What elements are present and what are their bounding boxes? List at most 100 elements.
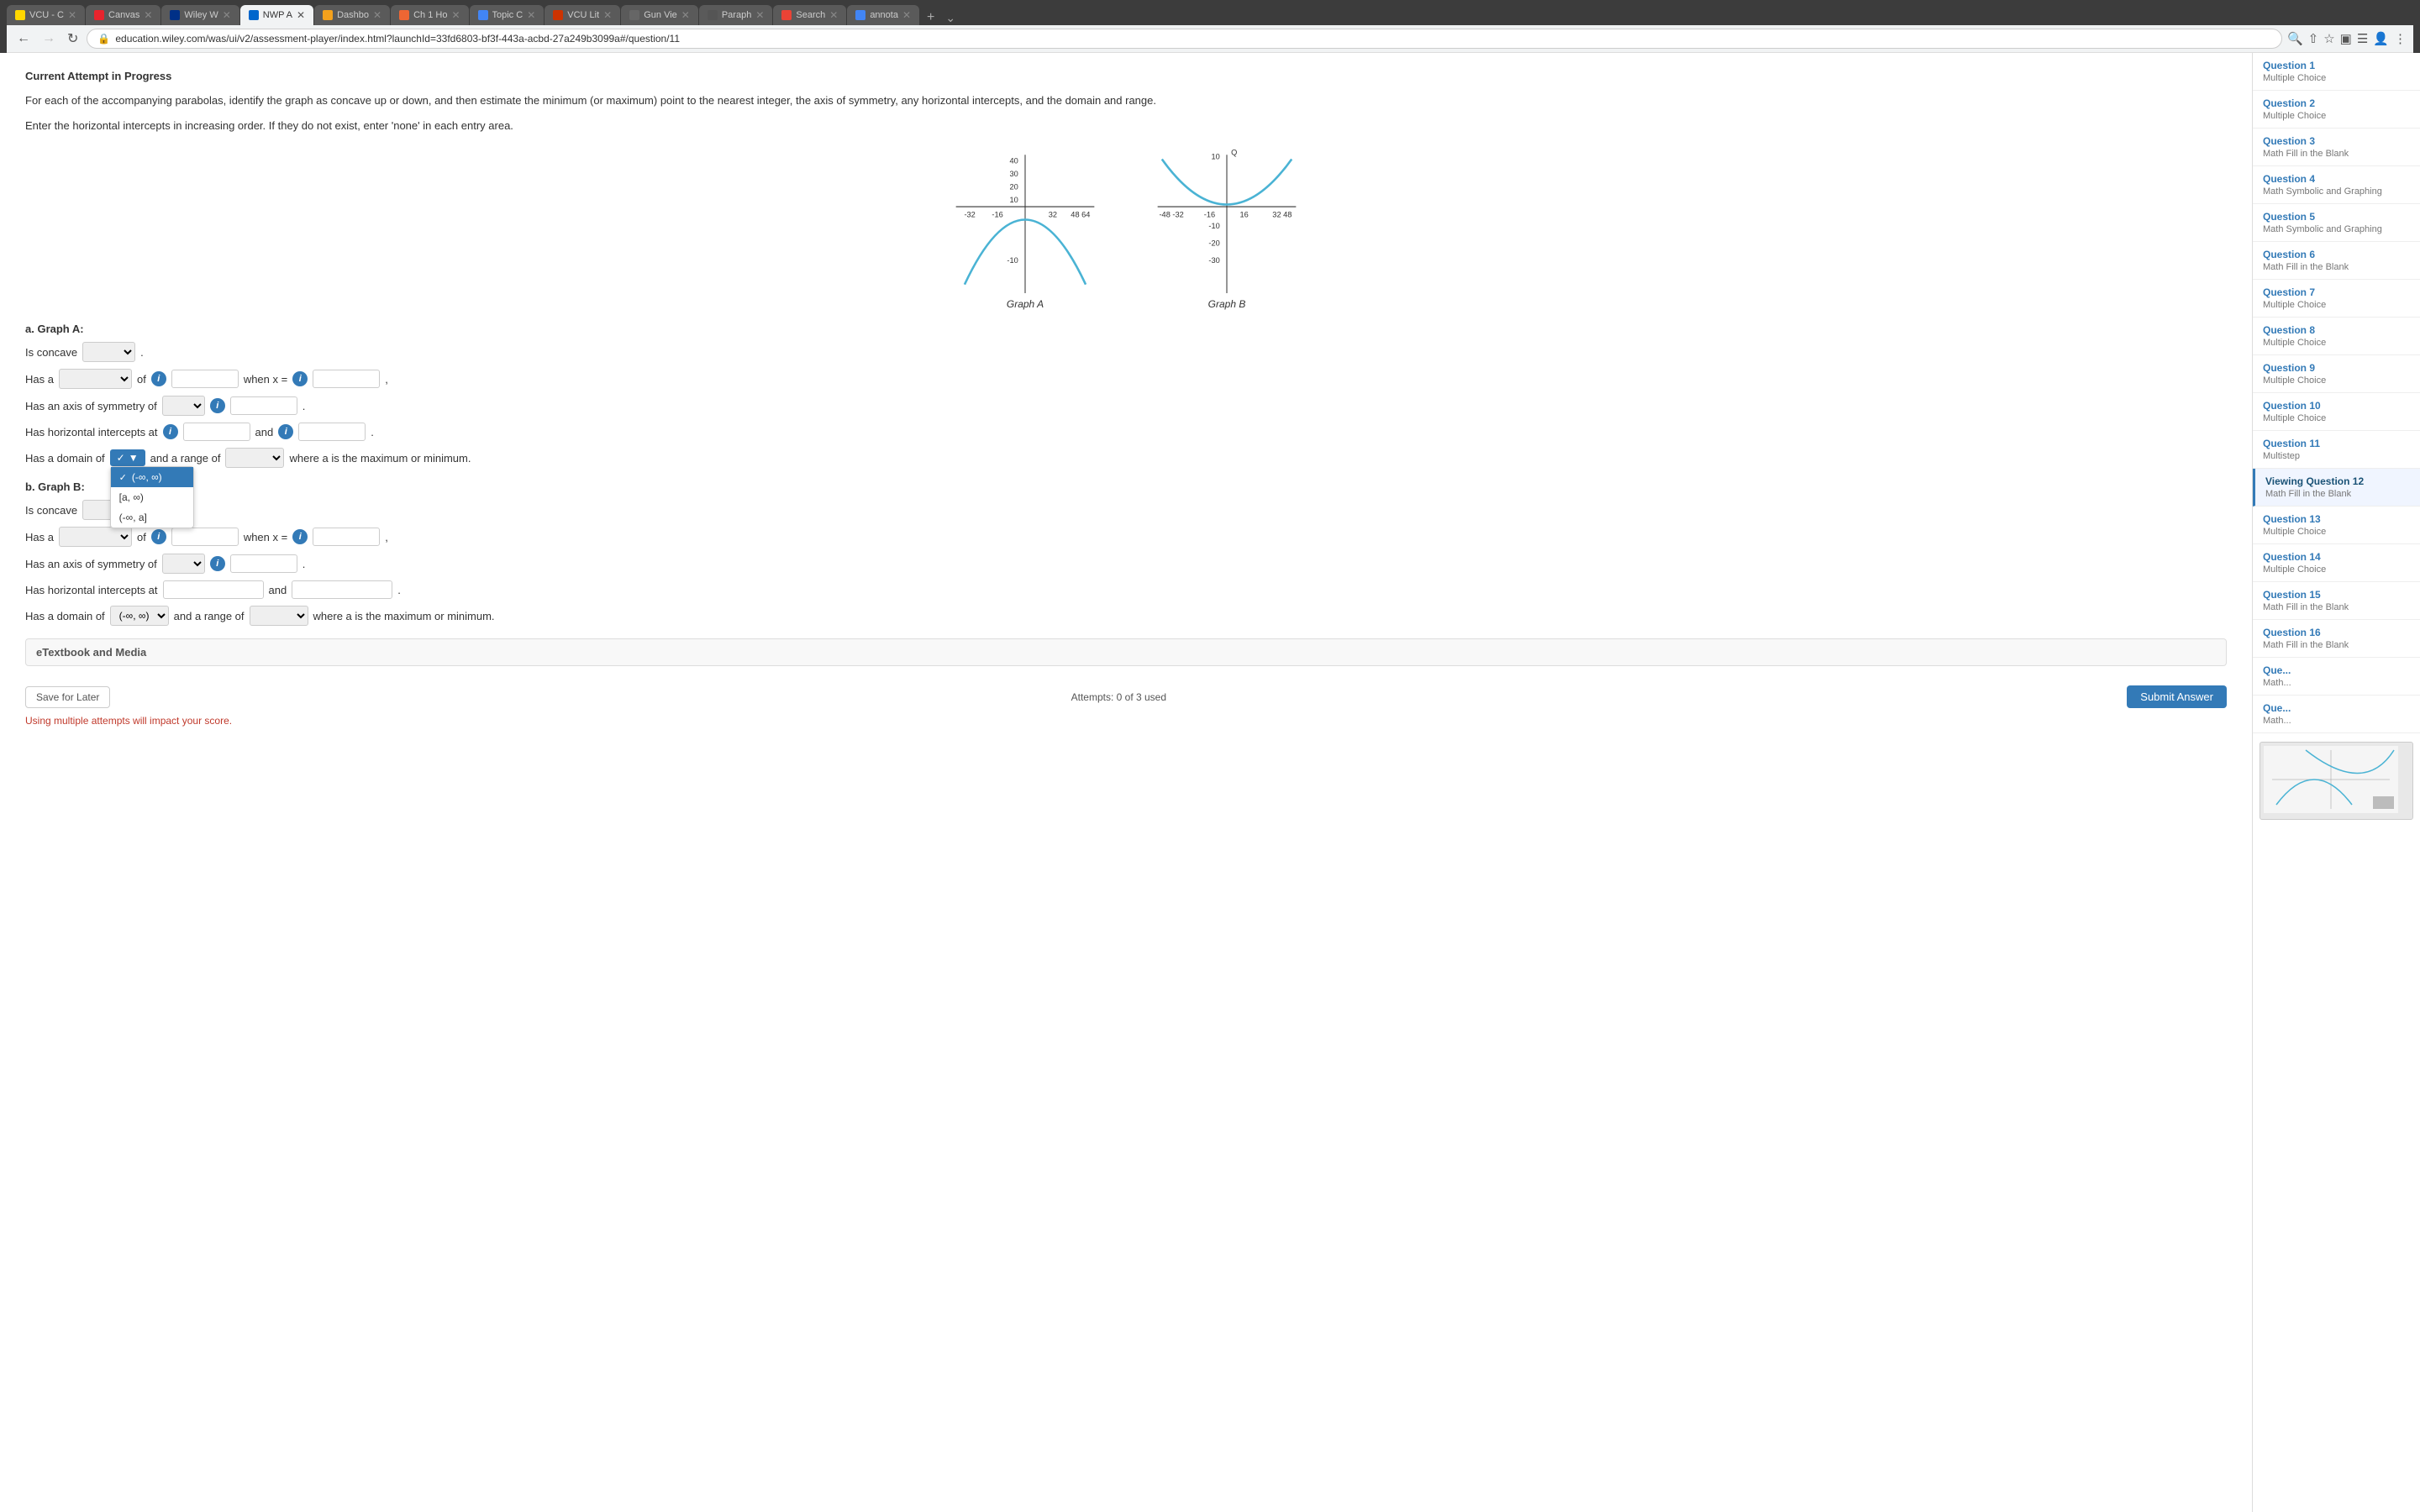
back-button[interactable]: ← [13, 29, 34, 48]
concave-select-a[interactable]: up down [82, 342, 135, 362]
sidebar-item-7[interactable]: Question 7Multiple Choice [2253, 280, 2420, 318]
address-bar[interactable]: 🔒 education.wiley.com/was/ui/v2/assessme… [87, 29, 2282, 49]
sidebar-item-3[interactable]: Question 3Math Fill in the Blank [2253, 129, 2420, 166]
info-btn-b1[interactable]: i [151, 529, 166, 544]
tab-vcu-lit[interactable]: VCU Lit✕ [544, 5, 620, 25]
tab-dashb[interactable]: Dashbo✕ [314, 5, 390, 25]
tab-close-topic-c[interactable]: ✕ [527, 9, 535, 21]
search-icon[interactable]: 🔍 [2287, 31, 2303, 46]
etextbook-bar[interactable]: eTextbook and Media [25, 638, 2227, 666]
tab-close-canvas[interactable]: ✕ [144, 9, 152, 21]
period-int-b: . [397, 584, 401, 596]
info-btn-a5[interactable]: i [278, 424, 293, 439]
intercept-input-b1[interactable] [163, 580, 264, 599]
minmax-select-b[interactable]: minimum maximum [59, 527, 132, 547]
domain-dropdown-a[interactable]: ✓ ▼ ✓ (-∞, ∞) [a, ∞) (-∞, a] [110, 449, 145, 466]
domain-option-2[interactable]: [a, ∞) [111, 487, 193, 507]
sidebar-item-6[interactable]: Question 6Math Fill in the Blank [2253, 242, 2420, 280]
x-input-b1[interactable] [313, 528, 380, 546]
menu-icon[interactable]: ⋮ [2394, 31, 2407, 46]
tab-gun-vie[interactable]: Gun Vie✕ [621, 5, 698, 25]
tab-vcu-c[interactable]: VCU - C✕ [7, 5, 85, 25]
sidebar-item-8[interactable]: Question 8Multiple Choice [2253, 318, 2420, 355]
sidebar-item-10[interactable]: Question 10Multiple Choice [2253, 393, 2420, 431]
share-icon[interactable]: ⇧ [2308, 31, 2319, 46]
tab-nwp-a[interactable]: NWP A✕ [240, 5, 313, 25]
sidebar-q-type-6: Math Fill in the Blank [2263, 262, 2410, 272]
tab-search[interactable]: Search✕ [773, 5, 846, 25]
sidebar-item-2[interactable]: Question 2Multiple Choice [2253, 91, 2420, 129]
value-input-b1[interactable] [171, 528, 239, 546]
sidebar-item-9[interactable]: Question 9Multiple Choice [2253, 355, 2420, 393]
info-btn-b3[interactable]: i [210, 556, 225, 571]
tab-close-dashb[interactable]: ✕ [373, 9, 381, 21]
tab-annota[interactable]: annota✕ [847, 5, 919, 25]
tab-ch1-ho[interactable]: Ch 1 Ho✕ [391, 5, 468, 25]
axis-input-b[interactable] [230, 554, 297, 573]
axis-input-a[interactable] [230, 396, 297, 415]
svg-text:Q: Q [1231, 148, 1237, 156]
info-btn-b2[interactable]: i [292, 529, 308, 544]
sidebar-item-13[interactable]: Question 13Multiple Choice [2253, 507, 2420, 544]
extensions-icon[interactable]: ▣ [2340, 31, 2352, 46]
sidebar-item-5[interactable]: Question 5Math Symbolic and Graphing [2253, 204, 2420, 242]
intercept-input-a2[interactable] [298, 423, 366, 441]
tab-close-vcu-lit[interactable]: ✕ [603, 9, 612, 21]
value-input-a1[interactable] [171, 370, 239, 388]
axis-select-a[interactable]: x = y = [162, 396, 205, 416]
intercept-input-a1[interactable] [183, 423, 250, 441]
info-btn-a4[interactable]: i [163, 424, 178, 439]
tab-close-nwp-a[interactable]: ✕ [297, 9, 305, 21]
profile-icon[interactable]: 👤 [2373, 31, 2389, 46]
info-btn-a3[interactable]: i [210, 398, 225, 413]
minmax-select-a[interactable]: minimum maximum [59, 369, 132, 389]
sidebar-q-type-18: Math... [2263, 716, 2410, 726]
graph-b-wrapper: -48 -32 -16 16 32 48 10 -10 -20 -30 Q Gr… [1143, 146, 1311, 310]
sidebar-item-11[interactable]: Question 11Multistep [2253, 431, 2420, 469]
tab-close-annota[interactable]: ✕ [902, 9, 911, 21]
forward-button[interactable]: → [39, 29, 59, 48]
domain-option-1[interactable]: ✓ (-∞, ∞) [111, 467, 193, 487]
is-concave-label-a: Is concave [25, 346, 77, 359]
tab-topic-c[interactable]: Topic C✕ [470, 5, 544, 25]
axis-select-b[interactable]: x = y = [162, 554, 205, 574]
tab-favicon-topic-c [478, 10, 488, 20]
range-select-b[interactable]: (-∞, ∞) [a, ∞) (-∞, a] [250, 606, 308, 626]
sidebar-item-16[interactable]: Question 16Math Fill in the Blank [2253, 620, 2420, 658]
domain-option-3[interactable]: (-∞, a] [111, 507, 193, 528]
bookmark-icon[interactable]: ☆ [2323, 31, 2334, 46]
save-later-button[interactable]: Save for Later [25, 686, 110, 708]
tab-close-ch1-ho[interactable]: ✕ [451, 9, 460, 21]
submit-button[interactable]: Submit Answer [2127, 685, 2227, 708]
tab-paraph[interactable]: Paraph✕ [699, 5, 773, 25]
sidebar-item-14[interactable]: Question 14Multiple Choice [2253, 544, 2420, 582]
info-btn-a2[interactable]: i [292, 371, 308, 386]
tab-close-gun-vie[interactable]: ✕ [681, 9, 690, 21]
toolbar-icons: 🔍 ⇧ ☆ ▣ ☰ 👤 ⋮ [2287, 31, 2407, 46]
tab-close-search[interactable]: ✕ [829, 9, 838, 21]
range-select-a[interactable]: (-∞, ∞) [a, ∞) (-∞, a] [225, 448, 284, 468]
sidebar-toggle-icon[interactable]: ☰ [2357, 31, 2368, 46]
tab-close-paraph[interactable]: ✕ [755, 9, 764, 21]
info-btn-a1[interactable]: i [151, 371, 166, 386]
tab-close-wiley-w[interactable]: ✕ [223, 9, 231, 21]
x-input-a1[interactable] [313, 370, 380, 388]
sidebar-item-18[interactable]: Que...Math... [2253, 696, 2420, 733]
domain-select-b[interactable]: (-∞, ∞) [a, ∞) (-∞, a] [110, 606, 169, 626]
address-bar-row: ← → ↻ 🔒 education.wiley.com/was/ui/v2/as… [7, 25, 2413, 53]
sidebar-item-17[interactable]: Que...Math... [2253, 658, 2420, 696]
tab-close-vcu-c[interactable]: ✕ [68, 9, 76, 21]
intercept-input-b2[interactable] [292, 580, 392, 599]
tab-canvas[interactable]: Canvas✕ [86, 5, 160, 25]
reload-button[interactable]: ↻ [64, 29, 82, 49]
svg-text:20: 20 [1009, 182, 1018, 191]
sidebar-item-15[interactable]: Question 15Math Fill in the Blank [2253, 582, 2420, 620]
sidebar-item-1[interactable]: Question 1Multiple Choice [2253, 53, 2420, 91]
svg-text:48 64: 48 64 [1071, 210, 1090, 218]
more-tabs-button[interactable]: ⌄ [942, 11, 959, 25]
new-tab-button[interactable]: + [920, 10, 941, 25]
sidebar-item-12[interactable]: Viewing Question 12Math Fill in the Blan… [2253, 469, 2420, 507]
sidebar-item-4[interactable]: Question 4Math Symbolic and Graphing [2253, 166, 2420, 204]
domain-btn-a[interactable]: ✓ ▼ [110, 449, 145, 466]
tab-wiley-w[interactable]: Wiley W✕ [161, 5, 239, 25]
